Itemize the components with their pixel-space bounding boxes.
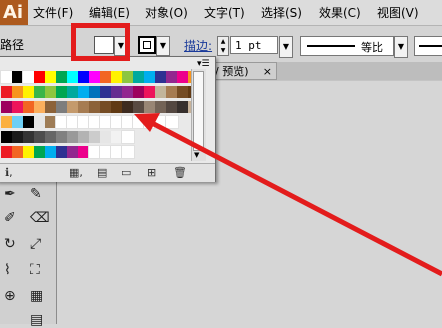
scale-tool-icon[interactable]: ⤢ xyxy=(30,236,41,252)
show-swatch-kinds-icon[interactable]: ▦, xyxy=(69,166,83,179)
panel-menu-icon[interactable]: ▾☰ xyxy=(197,59,210,69)
blob-brush-tool-icon[interactable]: ✐ xyxy=(4,210,16,226)
menu-type[interactable]: 文字(T) xyxy=(204,4,245,21)
stroke-label[interactable]: 描边: xyxy=(184,37,212,54)
stroke-color-swatch[interactable] xyxy=(138,36,156,54)
new-color-group-icon[interactable]: ▭ xyxy=(121,166,131,179)
document-tab[interactable]: / 预览) × xyxy=(212,62,277,80)
pencil-tool-icon[interactable]: ✎ xyxy=(30,186,42,202)
swatch[interactable] xyxy=(121,145,135,159)
perspective-grid-tool-icon[interactable]: ▦ xyxy=(30,288,43,304)
close-icon[interactable]: × xyxy=(263,63,272,81)
swatches-panel: ▾☰ ▼ ℹ, ▦, ▤ ▭ ⊞ 🗑 xyxy=(0,56,216,182)
scroll-down-icon[interactable]: ▼ xyxy=(194,151,199,159)
menu-effect[interactable]: 效果(C) xyxy=(319,4,361,21)
delete-swatch-icon[interactable]: 🗑 xyxy=(173,166,187,179)
swatch-options-icon[interactable]: ▤ xyxy=(97,166,107,179)
swatch[interactable] xyxy=(165,115,179,129)
shape-builder-tool-icon[interactable]: ⊕ xyxy=(4,288,16,304)
free-transform-tool-icon[interactable]: ⛶ xyxy=(30,262,40,278)
swatch[interactable] xyxy=(121,130,135,144)
stroke-weight-dropdown[interactable]: ▼ xyxy=(279,36,293,58)
warp-tool-icon[interactable]: ⌇ xyxy=(4,262,11,278)
profile-line xyxy=(307,45,355,47)
swatches-panel-footer: ℹ, ▦, ▤ ▭ ⊞ 🗑 xyxy=(0,163,215,182)
menu-file[interactable]: 文件(F) xyxy=(33,4,73,21)
menu-edit[interactable]: 编辑(E) xyxy=(89,4,130,21)
profile-dropdown[interactable]: ▼ xyxy=(394,36,408,58)
highlight-box xyxy=(71,23,130,61)
new-swatch-icon[interactable]: ⊞ xyxy=(147,166,156,179)
swatch-scrollbar[interactable]: ▼ xyxy=(191,69,206,161)
variable-width-profile[interactable]: 等比 xyxy=(300,36,394,56)
menu-object[interactable]: 对象(O) xyxy=(145,4,188,21)
stroke-weight-field[interactable]: 1 pt xyxy=(230,36,278,54)
app-logo: Ai xyxy=(0,0,28,25)
scrollbar-thumb[interactable] xyxy=(193,71,204,151)
pen-tool-icon[interactable]: ✒ xyxy=(4,186,16,202)
menu-view[interactable]: 视图(V) xyxy=(377,4,419,21)
brush-definition[interactable] xyxy=(414,36,442,56)
selection-type-label: 路径 xyxy=(0,38,25,52)
canvas-edge xyxy=(212,80,442,81)
eraser-tool-icon[interactable]: ⌫ xyxy=(30,210,50,226)
gradient-tool-icon[interactable]: ▤ xyxy=(30,312,43,328)
rotate-tool-icon[interactable]: ↻ xyxy=(4,236,16,252)
stroke-weight-stepper[interactable]: ▲ ▼ xyxy=(217,36,229,56)
document-tab-label: / 预览) xyxy=(215,65,249,78)
brush-line xyxy=(419,45,442,47)
menu-bar: Ai 文件(F) 编辑(E) 对象(O) 文字(T) 选择(S) 效果(C) 视… xyxy=(0,0,442,26)
menu-select[interactable]: 选择(S) xyxy=(261,4,302,21)
library-menu-icon[interactable]: ℹ, xyxy=(5,166,13,179)
stroke-dropdown-button[interactable]: ▼ xyxy=(156,36,170,56)
tab-strip xyxy=(277,62,442,81)
tools-panel: ↖ ✒ ✎ ✐ ⌫ ↻ ⤢ ⌇ ⛶ ⊕ ▦ ▤ xyxy=(0,152,57,328)
profile-label: 等比 xyxy=(361,41,383,54)
